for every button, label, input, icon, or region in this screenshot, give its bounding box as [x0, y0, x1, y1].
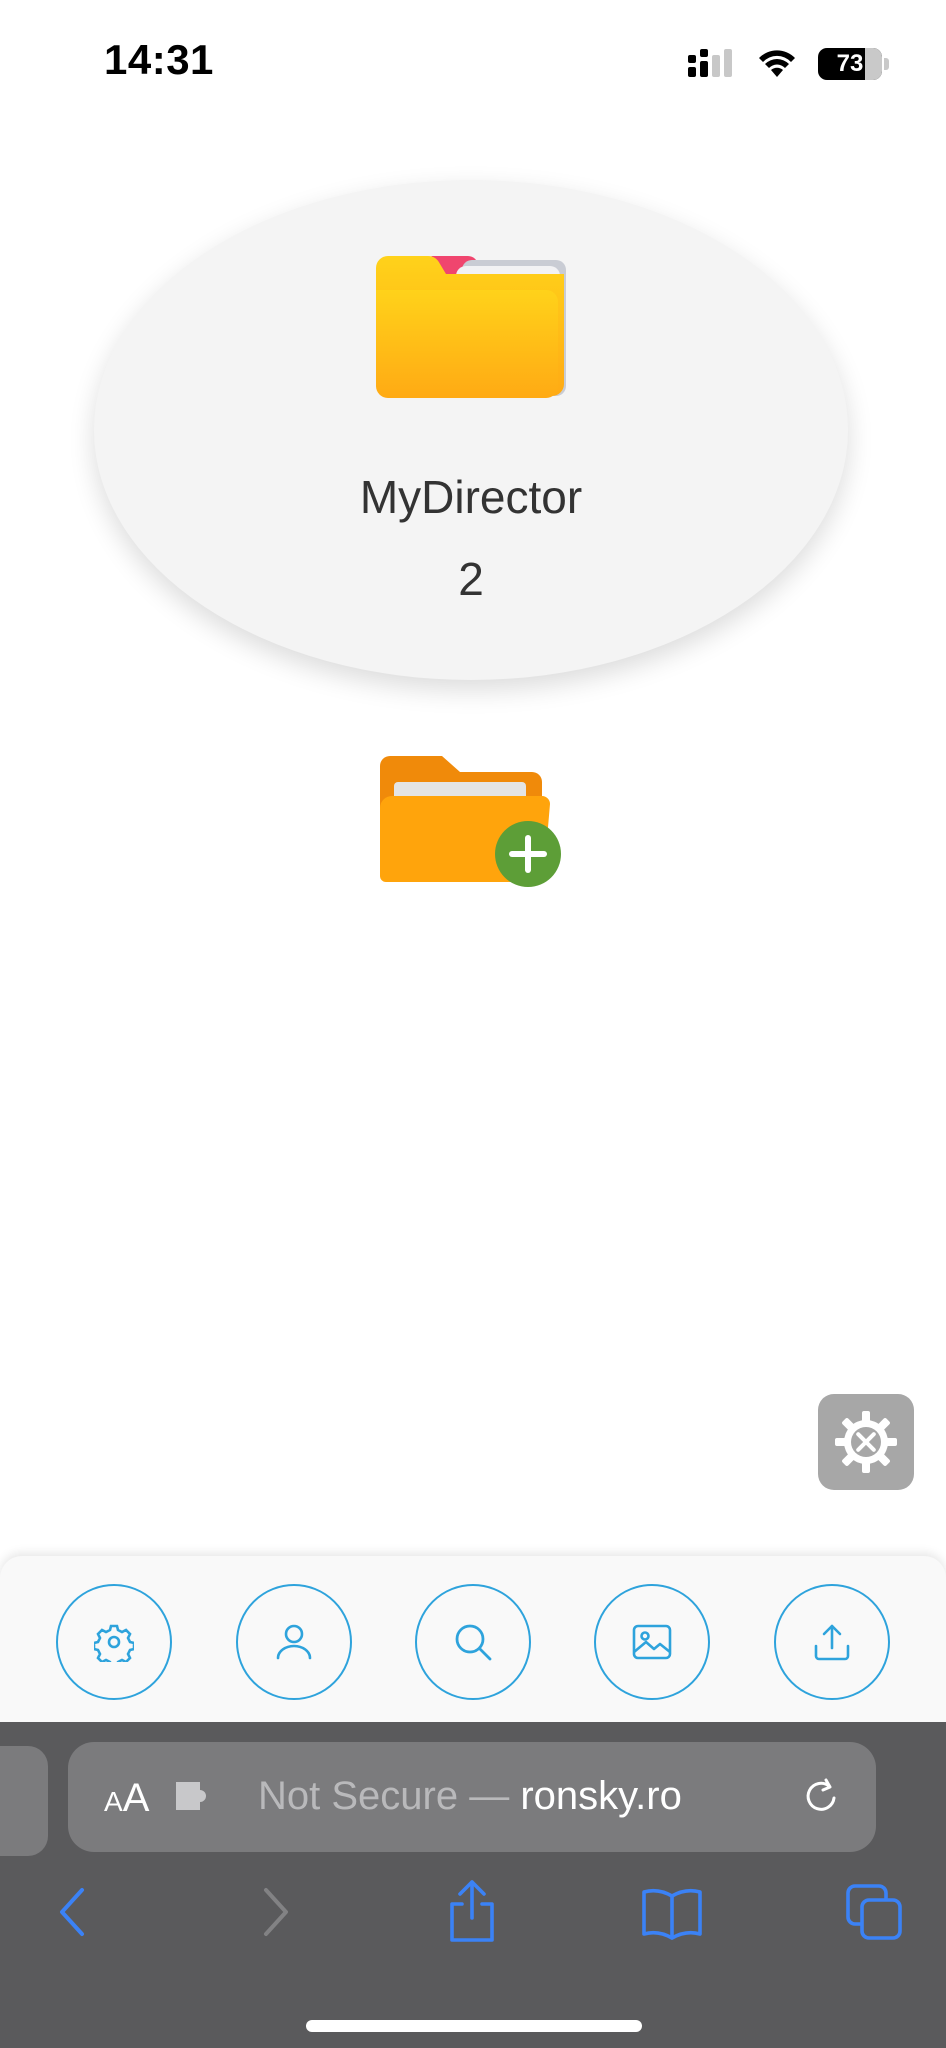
home-indicator — [306, 2020, 642, 2032]
user-icon — [276, 1624, 312, 1660]
share-icon[interactable] — [446, 1878, 498, 1944]
previous-tab-peek[interactable] — [0, 1746, 48, 1856]
bottom-toolbar — [0, 1556, 946, 1722]
battery-level: 73 — [836, 50, 864, 77]
image-icon — [632, 1624, 672, 1660]
settings-tools-icon — [835, 1411, 897, 1473]
extension-icon[interactable] — [172, 1778, 212, 1814]
settings-button[interactable] — [56, 1584, 172, 1700]
gear-icon — [94, 1624, 134, 1662]
url-domain: ronsky.ro — [520, 1774, 682, 1818]
search-icon — [455, 1624, 492, 1661]
folder-item-count: 2 — [458, 553, 484, 605]
folder-name: MyDirector — [359, 471, 583, 523]
folder-add-icon[interactable] — [380, 752, 566, 890]
bookmarks-icon[interactable] — [640, 1886, 704, 1940]
forward-arrow-icon[interactable] — [256, 1882, 296, 1942]
upload-icon — [814, 1624, 850, 1661]
status-time: 14:31 — [104, 36, 214, 83]
search-button[interactable] — [415, 1584, 531, 1700]
profile-button[interactable] — [236, 1584, 352, 1700]
upload-button[interactable] — [774, 1584, 890, 1700]
gallery-button[interactable] — [594, 1584, 710, 1700]
battery-icon: 73 — [818, 48, 889, 80]
address-bar[interactable]: AA Not Secure — ronsky.ro — [68, 1742, 876, 1852]
back-arrow-icon[interactable] — [52, 1882, 92, 1942]
browser-chrome: AA Not Secure — ronsky.ro — [0, 1722, 946, 2048]
cellular-signal-icon — [688, 49, 732, 77]
status-bar: 14:31 73 — [0, 0, 946, 120]
wifi-icon — [759, 50, 795, 77]
folder-card[interactable]: MyDirector 2 — [94, 180, 848, 680]
reader-text-size-button[interactable]: AA — [104, 1776, 149, 1821]
tabs-icon[interactable] — [844, 1882, 904, 1942]
reload-icon[interactable] — [800, 1774, 844, 1818]
tools-settings-button[interactable] — [818, 1394, 914, 1490]
url-text: Not Secure — ronsky.ro — [258, 1774, 682, 1819]
folder-icon — [376, 256, 566, 398]
status-icons: 73 — [688, 44, 889, 84]
url-security-label: Not Secure — — [258, 1774, 521, 1818]
